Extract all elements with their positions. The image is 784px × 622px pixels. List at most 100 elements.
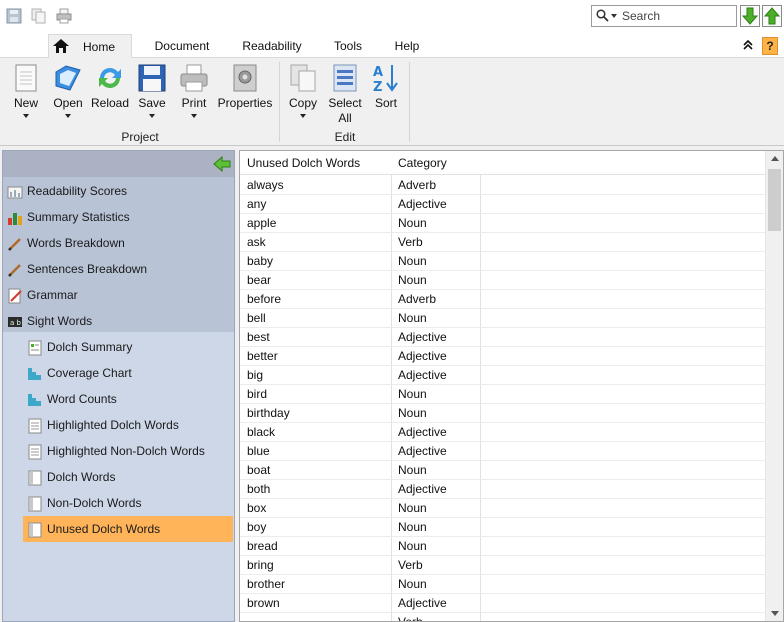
table-row[interactable]: boy Noun [240,518,765,537]
sidebar-item-highlighted-dolch-words[interactable]: Highlighted Dolch Words [3,412,234,438]
copy-button[interactable]: Copy [284,62,322,118]
table-row[interactable]: blue Adjective [240,442,765,461]
bar-chart-icon [7,183,23,199]
group-label-edit: Edit [334,130,356,144]
tab-document[interactable]: Document [145,34,219,58]
word-cell: box [247,501,267,515]
word-cell: best [247,330,270,344]
svg-text:A: A [373,65,383,80]
search-box[interactable] [591,5,737,27]
table-row[interactable]: better Adjective [240,347,765,366]
sidebar-item-dolch-words[interactable]: Dolch Words [3,464,234,490]
search-input[interactable] [622,8,732,24]
reload-icon [99,68,121,88]
select-all-button[interactable]: Select All [324,62,366,126]
sidebar-item-coverage-chart[interactable]: Coverage Chart [3,360,234,386]
table-row[interactable]: ask Verb [240,233,765,252]
home-icon [52,38,70,54]
category-cell: Adjective [398,444,447,458]
new-button[interactable]: New [8,62,44,118]
sidebar-item-label: Coverage Chart [47,366,132,380]
sidebar-item-grammar[interactable]: Grammar [3,282,234,308]
properties-button[interactable]: Properties [216,62,274,111]
sidebar-item-unused-dolch-words[interactable]: Unused Dolch Words [23,516,233,542]
print-icon[interactable] [56,8,72,24]
save-icon[interactable] [6,8,22,24]
chevron-down-icon [191,114,197,118]
save-button[interactable]: Save [134,62,170,118]
print-button[interactable]: Print [176,62,212,118]
tab-tools[interactable]: Tools [324,34,372,58]
table-row[interactable]: bring Verb [240,556,765,575]
category-cell: Noun [398,387,427,401]
reload-button[interactable]: Reload [90,62,130,111]
table-row[interactable]: apple Noun [240,214,765,233]
title-bar [0,0,784,34]
tab-help-label: Help [394,39,420,53]
copy-icon[interactable] [31,8,47,24]
table-row[interactable]: baby Noun [240,252,765,271]
column-header-unused-dolch-words[interactable]: Unused Dolch Words [240,151,391,175]
select-all-button-label-line2: All [338,111,352,125]
tab-help[interactable]: Help [386,34,428,58]
chevron-down-icon [23,114,29,118]
table-row[interactable]: best Adjective [240,328,765,347]
open-button[interactable]: Open [49,62,87,118]
reload-button-label: Reload [90,96,130,110]
sort-button[interactable]: AZ Sort [368,62,404,111]
table-row[interactable]: bread Noun [240,537,765,556]
select-all-icon [333,64,357,92]
table-row[interactable]: any Adjective [240,195,765,214]
save-disk-icon [138,64,166,92]
category-cell: Noun [398,254,427,268]
tab-readability[interactable]: Readability [234,34,310,58]
table-row[interactable]: box Noun [240,499,765,518]
table-row[interactable]: before Adverb [240,290,765,309]
table-row[interactable]: brother Noun [240,575,765,594]
sight-words-icon: a b [7,313,23,329]
sidebar-item-highlighted-non-dolch-words[interactable]: Highlighted Non-Dolch Words [3,438,234,464]
column-header-category[interactable]: Category [391,151,480,175]
sidebar-item-words-breakdown[interactable]: Words Breakdown [3,230,234,256]
sidebar-item-readability-scores[interactable]: Readability Scores [3,178,234,204]
category-cell: Noun [398,273,427,287]
properties-icon [233,64,257,92]
word-cell [240,613,391,621]
open-button-label: Open [53,96,83,110]
help-button[interactable]: ? [762,37,778,55]
group-label-project: Project [121,130,159,144]
table-row[interactable]: big Adjective [240,366,765,385]
collapse-ribbon-chevron-icon[interactable] [741,38,755,52]
scrollbar-thumb[interactable] [768,169,781,231]
table-row[interactable]: Verb [240,613,765,621]
table-row[interactable]: always Adverb [240,176,765,195]
word-list-table[interactable]: Unused Dolch Words Category always Adverb… [239,150,784,622]
group-separator [409,62,410,142]
category-cell: Noun [398,311,427,325]
word-cell: baby [247,254,274,268]
category-cell: Noun [398,539,427,553]
vertical-scrollbar[interactable] [765,151,783,621]
table-row[interactable]: boat Noun [240,461,765,480]
table-row[interactable]: bell Noun [240,309,765,328]
category-cell: Adverb [398,292,437,306]
sidebar-item-dolch-summary[interactable]: Dolch Summary [3,334,234,360]
search-options-chevron-icon[interactable] [611,14,617,18]
table-row[interactable]: black Adjective [240,423,765,442]
next-arrow-down-button[interactable] [740,5,760,27]
sidebar-item-summary-statistics[interactable]: Summary Statistics [3,204,234,230]
table-row[interactable]: bird Noun [240,385,765,404]
previous-arrow-up-button[interactable] [762,5,782,27]
back-arrow-icon[interactable] [213,155,231,173]
table-row[interactable]: brown Adjective [240,594,765,613]
sidebar-item-sentences-breakdown[interactable]: Sentences Breakdown [3,256,234,282]
table-row[interactable]: bear Noun [240,271,765,290]
sidebar-item-sight-words[interactable]: a b Sight Words [3,308,234,334]
sidebar-item-non-dolch-words[interactable]: Non-Dolch Words [3,490,234,516]
document-icon [27,417,43,434]
scroll-down-arrow-icon[interactable] [771,611,779,616]
table-row[interactable]: birthday Noun [240,404,765,423]
scroll-up-arrow-icon[interactable] [771,156,779,161]
sidebar-item-word-counts[interactable]: Word Counts [3,386,234,412]
table-row[interactable]: both Adjective [240,480,765,499]
